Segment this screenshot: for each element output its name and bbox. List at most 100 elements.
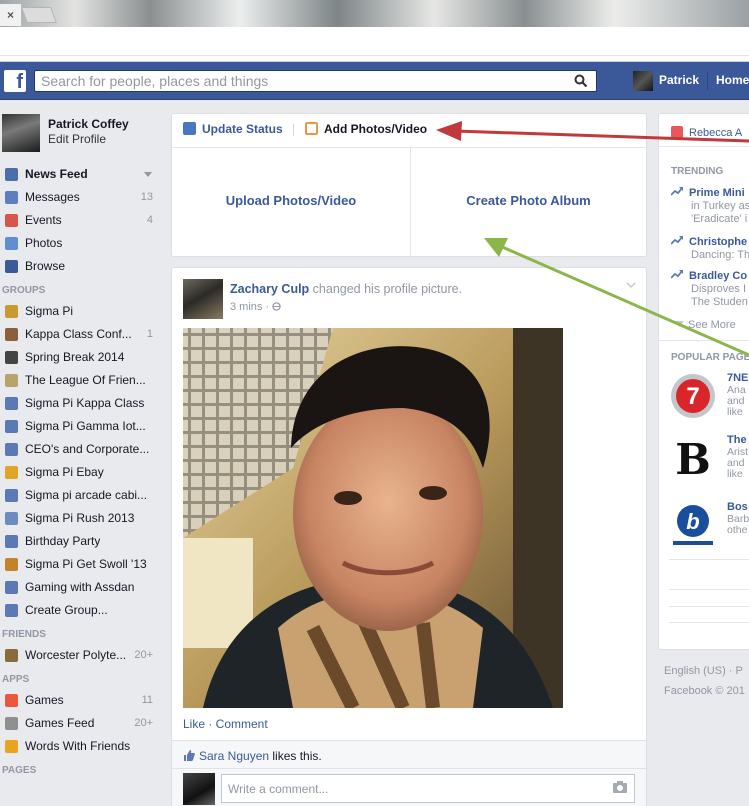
nav-avatar[interactable] [633,71,653,91]
search-box[interactable] [34,70,597,92]
story-author-link[interactable]: Zachary Culp [230,282,309,296]
games-icon [5,694,18,707]
story-action-text: changed his profile picture. [309,282,463,296]
chevron-down-icon[interactable] [626,280,636,290]
tab-update-status[interactable]: Update Status [183,122,283,136]
liker-link[interactable]: Sara Nguyen [199,749,269,763]
search-icon[interactable] [574,74,588,88]
profile-name-link[interactable]: Patrick Coffey [48,117,129,131]
popular-page-item[interactable]: b Bos Barb othe [669,501,749,553]
search-input[interactable] [41,73,561,89]
footer-language-links[interactable]: English (US) · P [664,661,745,681]
sidebar-item-create-group[interactable]: Create Group... [0,599,160,622]
sidebar-item-sigma-pi-kappa-class[interactable]: Sigma Pi Kappa Class [0,392,160,415]
sidebar-item-spring-break-2014[interactable]: Spring Break 2014 [0,346,160,369]
create-album-button[interactable]: Create Photo Album [410,148,646,256]
sidebar-item-photos[interactable]: Photos [0,232,160,255]
sidebar-item-sigma-pi-ebay[interactable]: Sigma Pi Ebay [0,461,160,484]
sidebar-item-label: Events [25,213,62,227]
group-icon [5,581,18,594]
pages-section-header: PAGES [2,765,37,776]
sidebar-item-gaming-with-assdan[interactable]: Gaming with Assdan [0,576,160,599]
story-timestamp[interactable]: 3 mins · [230,301,281,313]
facebook-logo-icon[interactable]: f [4,70,26,92]
pencil-icon [183,122,196,135]
see-more-link[interactable]: See More [675,319,736,331]
sidebar-item-games[interactable]: Games 11 [0,689,160,712]
tab-strip: × [0,0,749,27]
sidebar-item-sigma-pi-arcade-cabi[interactable]: Sigma pi arcade cabi... [0,484,160,507]
sidebar-item-the-league-of-frien[interactable]: The League Of Frien... [0,369,160,392]
words-with-friends-icon [5,740,18,753]
sidebar-item-label: Messages [25,190,80,204]
group-pen-icon [5,374,18,387]
group-icon [5,489,18,502]
photos-icon [5,237,18,250]
trending-title: Prime Mini [689,187,745,199]
trending-item[interactable]: Prime Mini in Turkey as 'Eradicate' i [671,186,749,226]
popular-page-item[interactable]: B The Arist and like [669,434,749,486]
group-photo-icon [5,328,18,341]
divider [659,146,749,147]
sidebar-item-news-feed[interactable]: News Feed [0,163,160,186]
trending-title: Christophe [689,236,748,248]
sidebar-item-ceo-s-and-corporate[interactable]: CEO's and Corporate... [0,438,160,461]
popular-page-desc: Ana and like [727,384,746,418]
trending-desc: Disproves I [691,283,747,295]
sidebar-item-sigma-pi-get-swoll-13[interactable]: Sigma Pi Get Swoll '13 [0,553,160,576]
nav-profile-link[interactable]: Patrick [659,73,699,87]
sidebar-item-browse[interactable]: Browse [0,255,160,278]
sidebar-item-events[interactable]: Events 4 [0,209,160,232]
globe-icon [272,302,281,311]
tab-add-photos[interactable]: Add Photos/Video [305,122,427,136]
sidebar-item-sigma-pi-rush-2013[interactable]: Sigma Pi Rush 2013 [0,507,160,530]
browser-toolbar [0,27,749,62]
sidebar-item-label: Birthday Party [25,534,101,548]
sidebar-item-label: Worcester Polyte... [25,648,127,662]
trending-item[interactable]: Bradley Co Disproves I The Studen [671,269,749,309]
profile-avatar[interactable] [2,114,40,152]
divider [669,559,749,560]
popular-page-item[interactable]: 7 7NE Ana and like [669,372,749,424]
trending-desc: 'Eradicate' i [691,213,748,225]
thumbs-up-icon [184,750,195,761]
news-feed-icon [5,168,18,181]
feed-story: Zachary Culp changed his profile picture… [171,267,647,806]
sidebar-item-label: Sigma pi arcade cabi... [25,488,148,502]
trending-arrow-icon [671,236,683,245]
sidebar-item-sigma-pi-gamma-iot[interactable]: Sigma Pi Gamma Iot... [0,415,160,438]
trending-item[interactable]: Christophe Dancing: Th [671,235,749,262]
story-author-avatar[interactable] [183,279,223,319]
camera-icon[interactable] [613,781,627,793]
birthday-reminder[interactable]: Rebecca A [671,126,742,139]
sidebar-item-messages[interactable]: Messages 13 [0,186,160,209]
tab-close-button[interactable]: × [0,4,22,26]
comment-input[interactable] [221,774,635,803]
edit-profile-link[interactable]: Edit Profile [48,132,106,146]
sidebar-item-count: 1 [146,328,153,340]
trending-arrow-icon [671,270,683,279]
sidebar-item-words-with-friends[interactable]: Words With Friends [0,735,160,758]
sidebar-item-birthday-party[interactable]: Birthday Party [0,530,160,553]
likes-suffix: likes this. [269,749,322,763]
sidebar-item-worcester-polyte[interactable]: Worcester Polyte... 20+ [0,644,160,667]
upload-photos-button[interactable]: Upload Photos/Video [172,148,410,256]
sidebar-item-label: CEO's and Corporate... [25,442,150,456]
group-icon [5,397,18,410]
profile-picture-photo[interactable] [183,328,563,708]
like-comment-links[interactable]: Like · Comment [183,717,268,731]
trending-desc: in Turkey as [691,200,749,212]
boston-globe-logo: B [669,434,717,482]
divider [659,340,749,341]
new-tab-button[interactable] [21,7,57,23]
sidebar-item-kappa-class-conf[interactable]: Kappa Class Conf... 1 [0,323,160,346]
group-coin-icon [5,466,18,479]
sidebar-item-games-feed[interactable]: Games Feed 20+ [0,712,160,735]
divider [669,589,749,590]
group-icon [5,535,18,548]
nav-home-link[interactable]: Home [716,73,749,87]
sidebar-item-label: Spring Break 2014 [25,350,125,364]
sidebar-item-sigma-pi[interactable]: Sigma Pi [0,300,160,323]
likes-summary: Sara Nguyen likes this. [172,740,646,768]
chevron-down-icon[interactable] [144,172,152,177]
